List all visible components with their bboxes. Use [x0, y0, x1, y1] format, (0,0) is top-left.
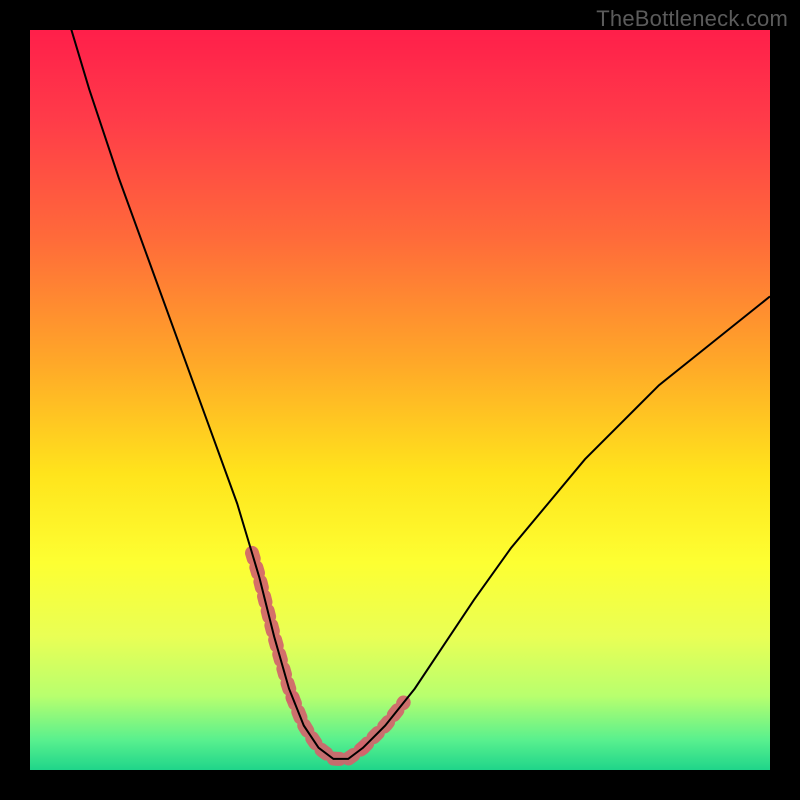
chart-svg [30, 30, 770, 770]
plot-area [30, 30, 770, 770]
gradient-bg [30, 30, 770, 770]
watermark-text: TheBottleneck.com [596, 6, 788, 32]
chart-frame: TheBottleneck.com [0, 0, 800, 800]
